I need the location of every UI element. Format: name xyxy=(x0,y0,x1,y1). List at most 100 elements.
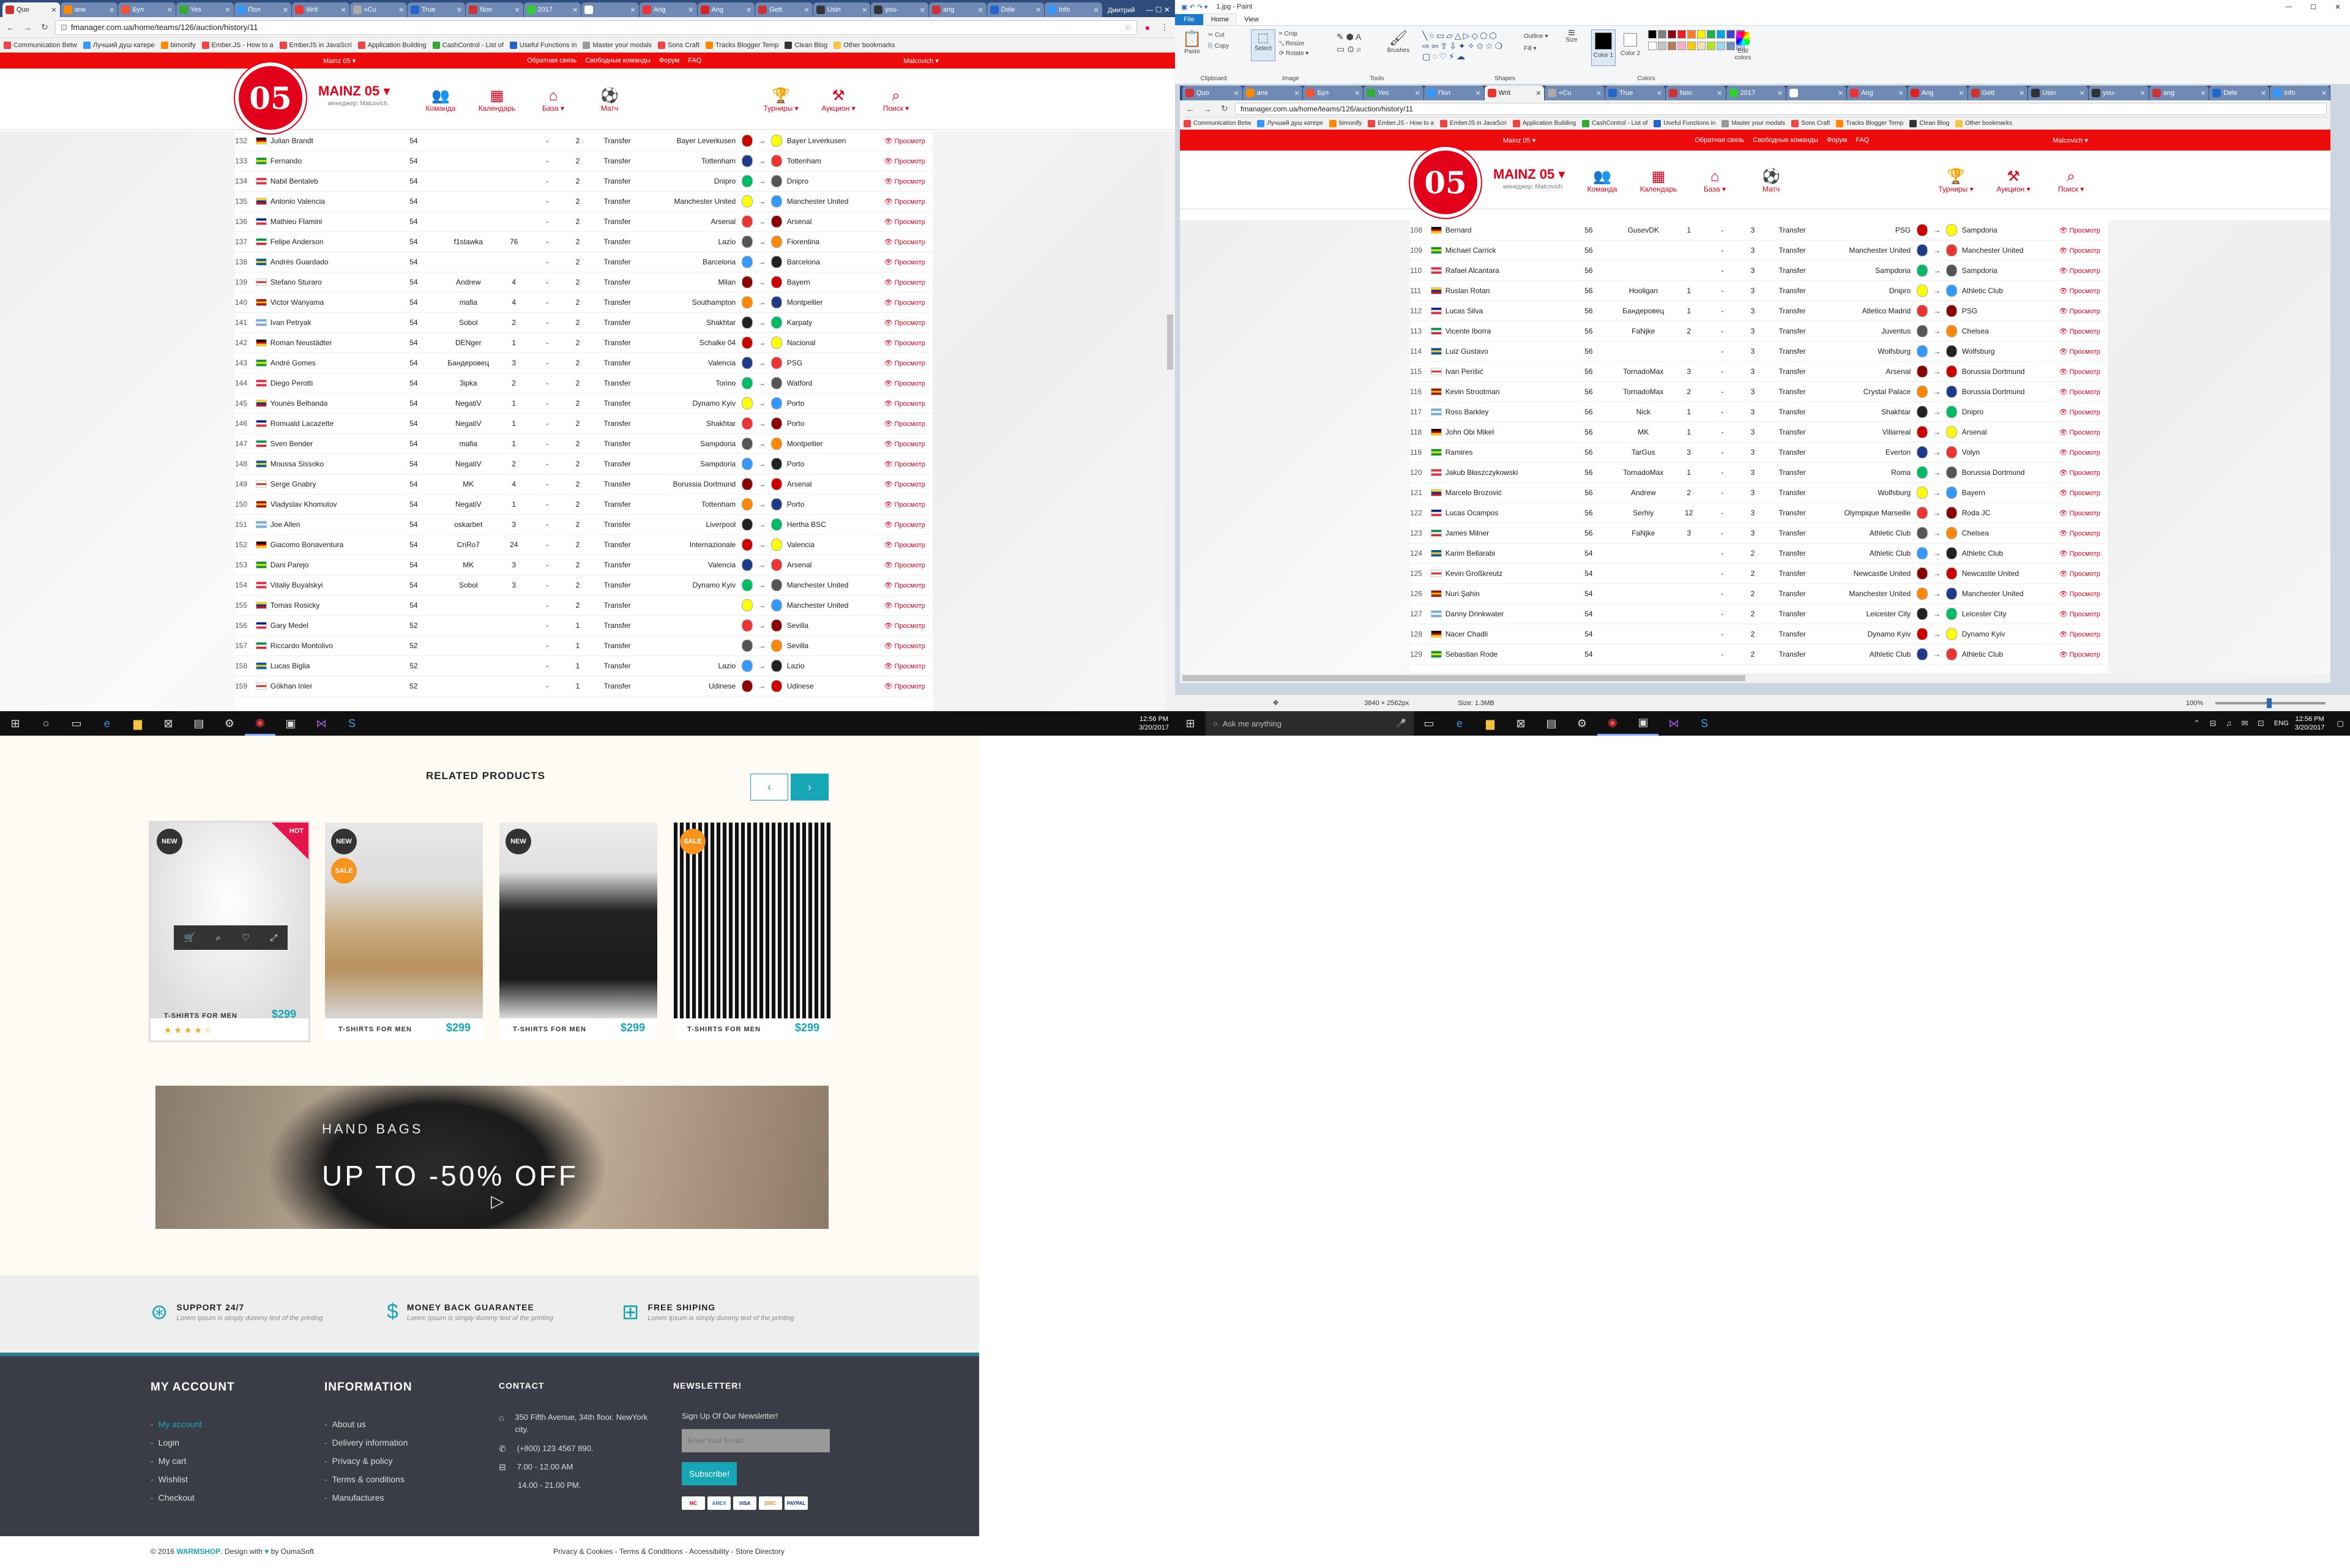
close-tab-icon[interactable]: ✕ xyxy=(2140,89,2146,97)
view-link[interactable]: 👁 Просмотр xyxy=(2059,570,2108,578)
browser-tab[interactable]: Ang ✕ xyxy=(1847,86,1907,100)
view-link[interactable]: 👁 Просмотр xyxy=(884,460,933,468)
view-link[interactable]: 👁 Просмотр xyxy=(2059,529,2108,537)
close-tab-icon[interactable]: ✕ xyxy=(51,6,56,14)
cart-icon[interactable]: 🛒 xyxy=(184,932,196,943)
from-club[interactable]: Torino xyxy=(644,379,736,387)
palette-swatch[interactable] xyxy=(1658,30,1666,39)
nav-search[interactable]: ⌕ Поиск ▾ xyxy=(2046,169,2095,194)
to-club[interactable]: Borussia Dortmund xyxy=(1962,468,2059,477)
view-link[interactable]: 👁 Просмотр xyxy=(884,339,933,347)
bookmark-item[interactable]: Other bookmarks xyxy=(1955,119,2012,127)
view-link[interactable]: 👁 Просмотр xyxy=(884,682,933,690)
user-menu[interactable]: Malcovich ▾ xyxy=(903,57,938,65)
player-cell[interactable]: Ross Barkley xyxy=(1430,408,1564,416)
from-club[interactable]: Shakhtar xyxy=(644,419,736,428)
product-name[interactable]: T-SHIRTS FOR MEN xyxy=(164,1012,237,1020)
from-club[interactable]: Bayer Leverkusen xyxy=(644,136,736,145)
view-link[interactable]: 👁 Просмотр xyxy=(884,157,933,165)
player-cell[interactable]: Ivan Petryak xyxy=(255,318,389,327)
view-link[interactable]: 👁 Просмотр xyxy=(2059,247,2108,255)
bookmark-item[interactable]: Master your modals xyxy=(583,41,652,49)
close-tab-icon[interactable]: ✕ xyxy=(514,6,520,14)
from-club[interactable]: Sampdoria xyxy=(644,439,736,448)
player-cell[interactable]: Victor Wanyama xyxy=(255,298,389,307)
to-club[interactable]: Tottenham xyxy=(787,157,884,165)
close-tab-icon[interactable]: ✕ xyxy=(2080,89,2085,97)
close-tab-icon[interactable]: ✕ xyxy=(341,6,346,14)
close-tab-icon[interactable]: ✕ xyxy=(977,6,983,14)
player-cell[interactable]: Sebastian Rode xyxy=(1430,650,1564,659)
forward-icon[interactable]: → xyxy=(21,21,34,34)
explorer-icon[interactable]: ▆ xyxy=(122,711,153,736)
bookmark-item[interactable]: EmberJS in JavaScri xyxy=(279,41,352,49)
bookmark-item[interactable]: Other bookmarks xyxy=(834,41,895,49)
browser-tab[interactable]: Yes ✕ xyxy=(176,2,234,17)
from-club[interactable]: Liverpool xyxy=(644,520,736,529)
taskbar-clock[interactable]: 12:56 PM 3/20/2017 xyxy=(1139,715,1169,732)
player-cell[interactable]: Romuald Lacazette xyxy=(255,419,389,428)
product-card[interactable]: SALE T-SHIRTS FOR MEN $299 xyxy=(674,823,832,1040)
view-tab[interactable]: View xyxy=(1237,14,1266,25)
bookmark-item[interactable]: Application Building xyxy=(1512,119,1576,127)
view-link[interactable]: 👁 Просмотр xyxy=(2059,590,2108,598)
bookmark-item[interactable]: bimonify xyxy=(1329,119,1362,127)
browser-tab[interactable]: Usin ✕ xyxy=(813,2,871,17)
from-club[interactable]: Wolfsburg xyxy=(1819,347,1911,356)
to-club[interactable]: PSG xyxy=(787,359,884,367)
from-club[interactable]: Arsenal xyxy=(644,217,736,226)
player-cell[interactable]: Lucas Biglia xyxy=(255,662,389,670)
view-link[interactable]: 👁 Просмотр xyxy=(884,278,933,286)
from-club[interactable]: Valencia xyxy=(644,561,736,569)
view-link[interactable]: 👁 Просмотр xyxy=(884,137,933,145)
view-link[interactable]: 👁 Просмотр xyxy=(2059,307,2108,315)
view-link[interactable]: 👁 Просмотр xyxy=(2059,630,2108,638)
to-club[interactable]: Leicester City xyxy=(1962,610,2059,618)
to-club[interactable]: Arsenal xyxy=(787,561,884,569)
rotate-button[interactable]: ⟳ Rotate ▾ xyxy=(1279,50,1308,57)
forum-link[interactable]: Форум xyxy=(659,57,679,64)
view-link[interactable]: 👁 Просмотр xyxy=(2059,449,2108,457)
close-tab-icon[interactable]: ✕ xyxy=(746,6,752,14)
browser-tab[interactable]: Usin ✕ xyxy=(2028,86,2089,100)
close-tab-icon[interactable]: ✕ xyxy=(1234,89,1239,97)
from-club[interactable]: Sampdoria xyxy=(1819,266,1911,275)
product-card[interactable]: NEW SALE T-SHIRTS FOR MEN $299 xyxy=(325,823,483,1040)
nav-ball[interactable]: ⚽ Матч xyxy=(585,88,634,113)
close-tab-icon[interactable]: ✕ xyxy=(2321,89,2327,97)
bookmark-item[interactable]: Application Building xyxy=(357,41,427,49)
player-cell[interactable]: Nuri Şahin xyxy=(1430,589,1564,598)
close-tab-icon[interactable]: ✕ xyxy=(630,6,636,14)
bookmark-item[interactable]: Useful Functions in xyxy=(1654,119,1715,127)
from-club[interactable]: Dnipro xyxy=(644,177,736,185)
from-club[interactable]: Villarreal xyxy=(1819,428,1911,436)
view-link[interactable]: 👁 Просмотр xyxy=(884,420,933,428)
to-club[interactable]: Porto xyxy=(787,500,884,509)
close-tab-icon[interactable]: ✕ xyxy=(225,6,230,14)
to-club[interactable]: Barcelona xyxy=(787,258,884,266)
from-club[interactable]: Dnipro xyxy=(1819,286,1911,295)
next-arrow-button[interactable]: › xyxy=(791,774,829,801)
footer-link[interactable]: - My cart xyxy=(151,1452,235,1470)
from-club[interactable]: Atletico Madrid xyxy=(1819,307,1911,315)
close-tab-icon[interactable]: ✕ xyxy=(688,6,693,14)
palette-swatch[interactable] xyxy=(1668,30,1676,39)
close-tab-icon[interactable]: ✕ xyxy=(167,6,173,14)
to-club[interactable]: Athletic Club xyxy=(1962,650,2059,659)
player-cell[interactable]: Dani Parejo xyxy=(255,561,389,569)
bookmark-item[interactable]: EmberJS in JavaScri xyxy=(1440,119,1507,127)
view-link[interactable]: 👁 Просмотр xyxy=(884,198,933,206)
promo-banner[interactable]: HAND BAGS UP TO -50% OFF ▷ xyxy=(155,1086,829,1229)
app-icon[interactable]: ▣ xyxy=(275,711,306,736)
cut-button[interactable]: ✂ Cut xyxy=(1208,32,1225,39)
palette-swatch[interactable] xyxy=(1697,42,1706,50)
store-icon[interactable]: ⊠ xyxy=(153,711,184,736)
cortana-icon[interactable]: ○ xyxy=(31,711,61,736)
from-club[interactable]: Crystal Palace xyxy=(1819,387,1911,396)
player-cell[interactable]: Nacer Chadli xyxy=(1430,630,1564,638)
view-link[interactable]: 👁 Просмотр xyxy=(2059,267,2108,275)
bookmark-item[interactable]: Лучший душ катере xyxy=(1257,119,1323,127)
palette-swatch[interactable] xyxy=(1687,30,1696,39)
from-club[interactable]: Everton xyxy=(1819,448,1911,457)
player-cell[interactable]: John Obi Mikel xyxy=(1430,428,1564,436)
